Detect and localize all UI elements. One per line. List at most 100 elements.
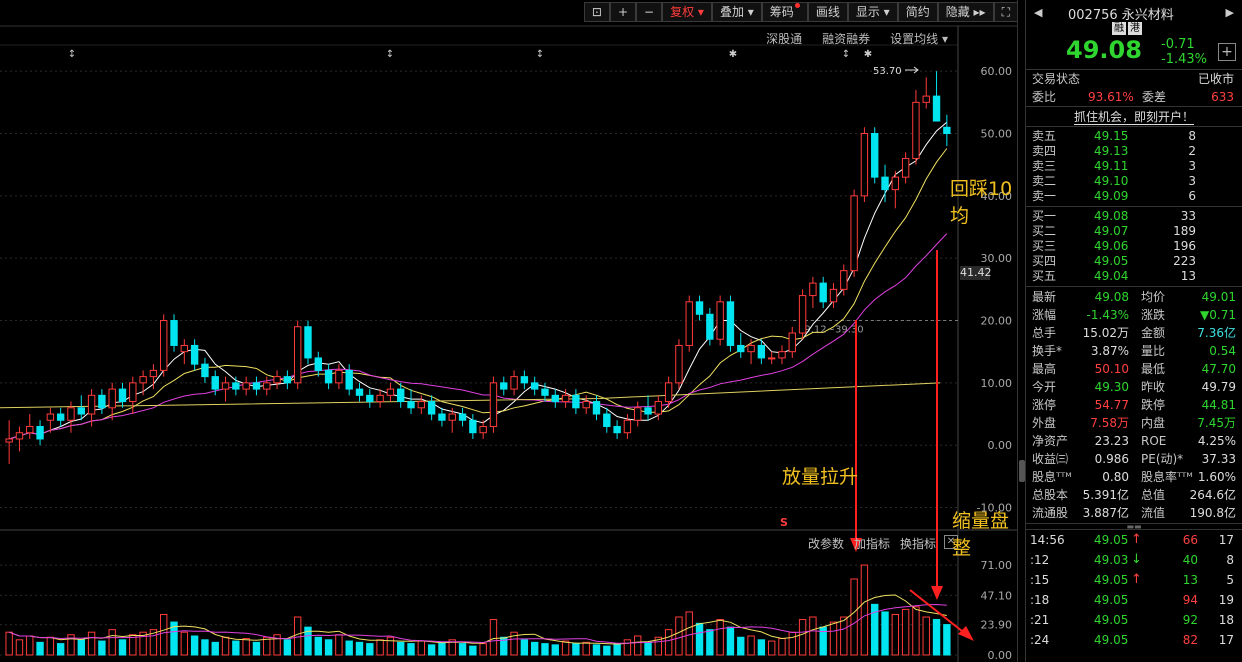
volume-bar-up bbox=[829, 621, 838, 656]
weibi-label: 委比 bbox=[1032, 90, 1057, 104]
stat-label: 净资产 bbox=[1032, 434, 1069, 448]
volume-bar-down bbox=[644, 641, 652, 656]
ma-settings-link[interactable]: 设置均线 ▾ bbox=[890, 30, 948, 47]
arrow-head-icon bbox=[958, 626, 974, 641]
tick-time: :15 bbox=[1030, 573, 1050, 587]
stat-label: 最低 bbox=[1141, 362, 1166, 376]
add-watchlist-button[interactable]: + bbox=[1218, 43, 1236, 61]
stat-value: 7.58万 bbox=[1090, 416, 1129, 430]
volume-bar-up bbox=[798, 619, 807, 656]
price-change-pct: -1.43% bbox=[1161, 52, 1207, 67]
tick-price: 49.05 bbox=[1094, 613, 1129, 627]
ask-row[interactable]: 卖三 49.11 3 bbox=[1026, 159, 1242, 174]
candle-down bbox=[458, 413, 467, 421]
bid-volume: 196 bbox=[1173, 239, 1196, 253]
margin-trading-link[interactable]: 融资融券 bbox=[822, 30, 870, 47]
fullscreen-icon[interactable]: ⛶ bbox=[993, 2, 1018, 22]
ask-row[interactable]: 卖二 49.10 3 bbox=[1026, 174, 1242, 189]
bid-level: 买一 bbox=[1032, 209, 1057, 223]
shenguotong-link[interactable]: 深股通 bbox=[766, 30, 802, 47]
minus-icon[interactable]: − bbox=[636, 2, 663, 22]
volume-bar-down bbox=[572, 643, 580, 656]
candle-up bbox=[809, 282, 817, 297]
vol-tick-label: 0.00 bbox=[988, 649, 1013, 662]
add-indicator-button[interactable]: 加指标 bbox=[854, 535, 890, 552]
kline-svg[interactable]: 60.0050.0040.0030.0020.0010.000.00-10.00… bbox=[0, 0, 1018, 662]
stats-grid: 最新 49.08 均价 49.01 涨幅 -1.43% 涨跌 ▼0.71 总手 15… bbox=[1026, 287, 1242, 524]
candle-down bbox=[943, 126, 951, 135]
down-arrow-icon: ↓ bbox=[1131, 552, 1142, 567]
next-stock-icon[interactable]: ▶ bbox=[1226, 6, 1234, 19]
stat-value: 4.25% bbox=[1197, 434, 1236, 448]
candle-up bbox=[273, 376, 281, 384]
volume-bar-up bbox=[376, 639, 384, 656]
prev-stock-icon[interactable]: ◀ bbox=[1034, 6, 1042, 19]
candle-up bbox=[788, 332, 796, 353]
lock-icon[interactable]: ⊡ bbox=[583, 2, 610, 22]
switch-indicator-button[interactable]: 换指标 bbox=[900, 535, 936, 552]
crosshair-icon[interactable]: + bbox=[609, 2, 637, 22]
stock-code-name: 002756 永兴材料 bbox=[1068, 8, 1174, 23]
overlay-button[interactable]: 叠加 ▾ bbox=[711, 2, 762, 22]
bid-volume: 13 bbox=[1180, 269, 1196, 283]
stat-row: 外盘 7.58万 内盘 7.45万 bbox=[1026, 414, 1242, 432]
volume-bar-up bbox=[901, 608, 910, 656]
status-label: 交易状态 bbox=[1032, 72, 1081, 86]
volume-bar-up bbox=[767, 640, 776, 656]
bid-level: 买二 bbox=[1032, 224, 1057, 238]
volume-bar-down bbox=[232, 640, 240, 656]
bid-row[interactable]: 买一 49.08 33 bbox=[1026, 209, 1242, 224]
event-marker-icon: ↕ bbox=[386, 49, 394, 60]
bid-row[interactable]: 买三 49.06 196 bbox=[1026, 239, 1242, 254]
ask-row[interactable]: 卖五 49.15 8 bbox=[1026, 129, 1242, 144]
display-button[interactable]: 显示 ▾ bbox=[847, 2, 898, 22]
volume-bar-up bbox=[716, 619, 724, 656]
stat-row: 换手* 3.87% 量比 0.54 bbox=[1026, 342, 1242, 360]
stat-label: 昨收 bbox=[1141, 380, 1166, 394]
ask-volume: 3 bbox=[1188, 174, 1196, 188]
change-params-button[interactable]: 改参数 bbox=[808, 535, 844, 552]
volume-bar-up bbox=[26, 635, 34, 656]
stat-label: 总手 bbox=[1032, 326, 1057, 340]
panel-collapse-handle[interactable] bbox=[1017, 0, 1025, 662]
ask-price: 49.11 bbox=[1094, 159, 1129, 173]
hk-connect-badge: 港 bbox=[1128, 22, 1142, 35]
stat-value: 44.81 bbox=[1201, 398, 1236, 412]
chips-button[interactable]: 筹码 bbox=[761, 2, 808, 22]
candle-up bbox=[5, 438, 13, 443]
bid-price: 49.04 bbox=[1094, 269, 1129, 283]
candle-down bbox=[541, 388, 549, 396]
candle-up bbox=[448, 413, 456, 421]
ask-row[interactable]: 卖一 49.09 6 bbox=[1026, 189, 1242, 204]
hide-button[interactable]: 隐藏 ▸▸ bbox=[937, 2, 994, 22]
bid-row[interactable]: 买二 49.07 189 bbox=[1026, 224, 1242, 239]
candle-up bbox=[335, 369, 343, 384]
open-account-link[interactable]: 抓住机会，即刻开户！ bbox=[1026, 107, 1242, 127]
volume-bar-down bbox=[118, 639, 127, 656]
ask-row[interactable]: 卖四 49.13 2 bbox=[1026, 144, 1242, 159]
candle-up bbox=[46, 413, 55, 421]
simple-button[interactable]: 简约 bbox=[897, 2, 938, 22]
candle-up bbox=[716, 301, 724, 340]
candle-up bbox=[912, 101, 920, 159]
candle-up bbox=[840, 270, 848, 290]
stat-value: 54.77 bbox=[1094, 398, 1129, 412]
candle-up bbox=[386, 388, 395, 396]
volume-bar-down bbox=[190, 635, 199, 656]
stat-row: 涨幅 -1.43% 涨跌 ▼0.71 bbox=[1026, 306, 1242, 324]
bid-row[interactable]: 买四 49.05 223 bbox=[1026, 254, 1242, 269]
current-price-tag: 41.42 bbox=[960, 266, 992, 280]
draw-line-button[interactable]: 画线 bbox=[807, 2, 848, 22]
candle-up bbox=[489, 382, 498, 427]
ask-level: 卖三 bbox=[1032, 159, 1057, 173]
volume-bar-down bbox=[541, 643, 549, 656]
stat-label: 量比 bbox=[1141, 344, 1166, 358]
bid-row[interactable]: 买五 49.04 13 bbox=[1026, 269, 1242, 284]
candle-up bbox=[798, 295, 807, 334]
fuquan-button[interactable]: 复权 ▾ bbox=[662, 2, 712, 22]
y-tick-label: 0.00 bbox=[988, 439, 1013, 452]
candle-up bbox=[149, 369, 158, 378]
kline-chart-area[interactable]: 60.00 50.00 40.00 30.00 20.00 10.00 0.00 -10.00… bbox=[0, 0, 1018, 662]
candle-down bbox=[355, 388, 364, 396]
volume-bar-up bbox=[108, 629, 116, 656]
